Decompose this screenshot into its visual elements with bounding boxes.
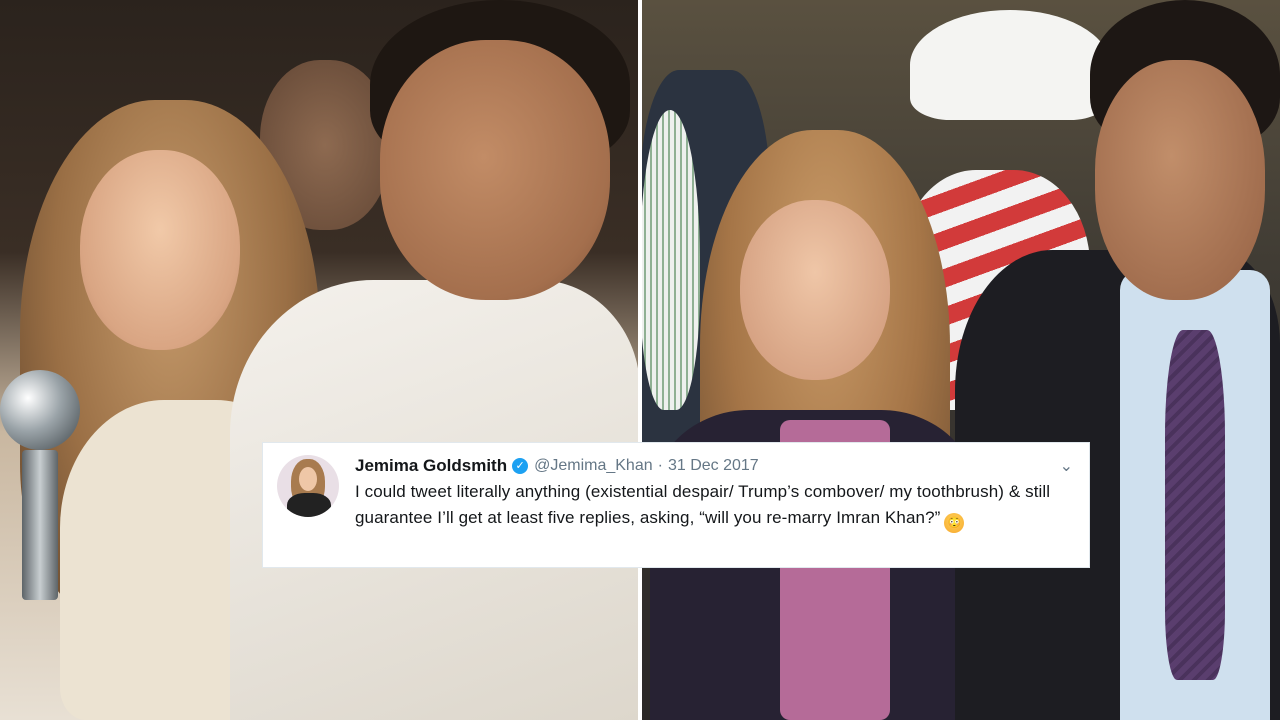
woman-face — [740, 200, 890, 380]
trophy-stem — [22, 450, 58, 600]
tweet-card: Jemima Goldsmith ✓ @Jemima_Khan · 31 Dec… — [262, 442, 1090, 568]
trophy-ball — [0, 370, 80, 450]
man-purple-tie — [1165, 330, 1225, 680]
flushed-face-emoji: 😳 — [944, 513, 965, 533]
avatar-body — [287, 493, 331, 517]
author-name[interactable]: Jemima Goldsmith — [355, 456, 507, 476]
tweet-text-block: I could tweet literally anything (existe… — [355, 479, 1073, 533]
man-face — [380, 40, 610, 300]
avatar[interactable] — [277, 455, 339, 517]
right-photo — [640, 0, 1280, 720]
avatar-face — [299, 467, 317, 491]
chevron-down-icon[interactable]: ⌄ — [1060, 456, 1073, 476]
background-man-shirt — [640, 110, 700, 410]
verified-badge-icon: ✓ — [512, 458, 529, 474]
woman-face — [80, 150, 240, 350]
author-handle[interactable]: @Jemima_Khan — [534, 457, 653, 475]
tweet-header: Jemima Goldsmith ✓ @Jemima_Khan · 31 Dec… — [355, 453, 1073, 479]
man-face — [1095, 60, 1265, 300]
separator-dot: · — [657, 457, 663, 474]
white-cap — [910, 10, 1110, 120]
tweet-content: Jemima Goldsmith ✓ @Jemima_Khan · 31 Dec… — [355, 453, 1073, 557]
left-photo — [0, 0, 640, 720]
tweet-date[interactable]: 31 Dec 2017 — [668, 457, 759, 475]
photo-divider — [638, 0, 642, 720]
